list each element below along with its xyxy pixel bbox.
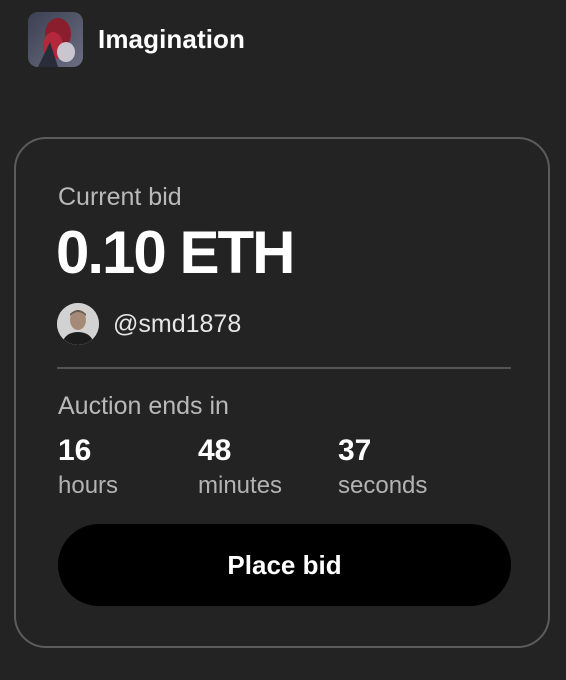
- auction-card: Current bid 0.10 ETH @smd1878 Auction en…: [14, 137, 550, 648]
- bidder-avatar-icon: [57, 303, 99, 345]
- divider: [57, 367, 511, 369]
- collection-name: Imagination: [98, 24, 245, 54]
- bidder-handle: @smd1878: [113, 309, 242, 338]
- countdown-hours-value: 16: [58, 434, 92, 467]
- place-bid-button[interactable]: Place bid: [58, 524, 511, 606]
- collection-thumbnail-icon: [28, 12, 83, 67]
- current-bid-amount: 0.10 ETH: [56, 219, 295, 286]
- artwork-thumbnail-icon: [28, 12, 83, 67]
- current-bid-label: Current bid: [58, 183, 182, 211]
- bidder-link[interactable]: @smd1878: [57, 303, 241, 345]
- countdown-timer: 16 hours 48 minutes 37 seconds: [58, 434, 478, 504]
- countdown-seconds: 37 seconds: [338, 434, 427, 500]
- auction-page: Imagination Current bid 0.10 ETH @smd187…: [0, 0, 566, 680]
- countdown-seconds-value: 37: [338, 434, 372, 467]
- auction-ends-label: Auction ends in: [58, 392, 229, 420]
- countdown-minutes-value: 48: [198, 434, 232, 467]
- countdown-hours: 16 hours: [58, 434, 118, 500]
- countdown-seconds-label: seconds: [338, 472, 428, 499]
- countdown-hours-label: hours: [58, 472, 119, 499]
- countdown-minutes-label: minutes: [198, 472, 283, 499]
- countdown-minutes: 48 minutes: [198, 434, 282, 500]
- collection-header[interactable]: Imagination: [28, 12, 245, 67]
